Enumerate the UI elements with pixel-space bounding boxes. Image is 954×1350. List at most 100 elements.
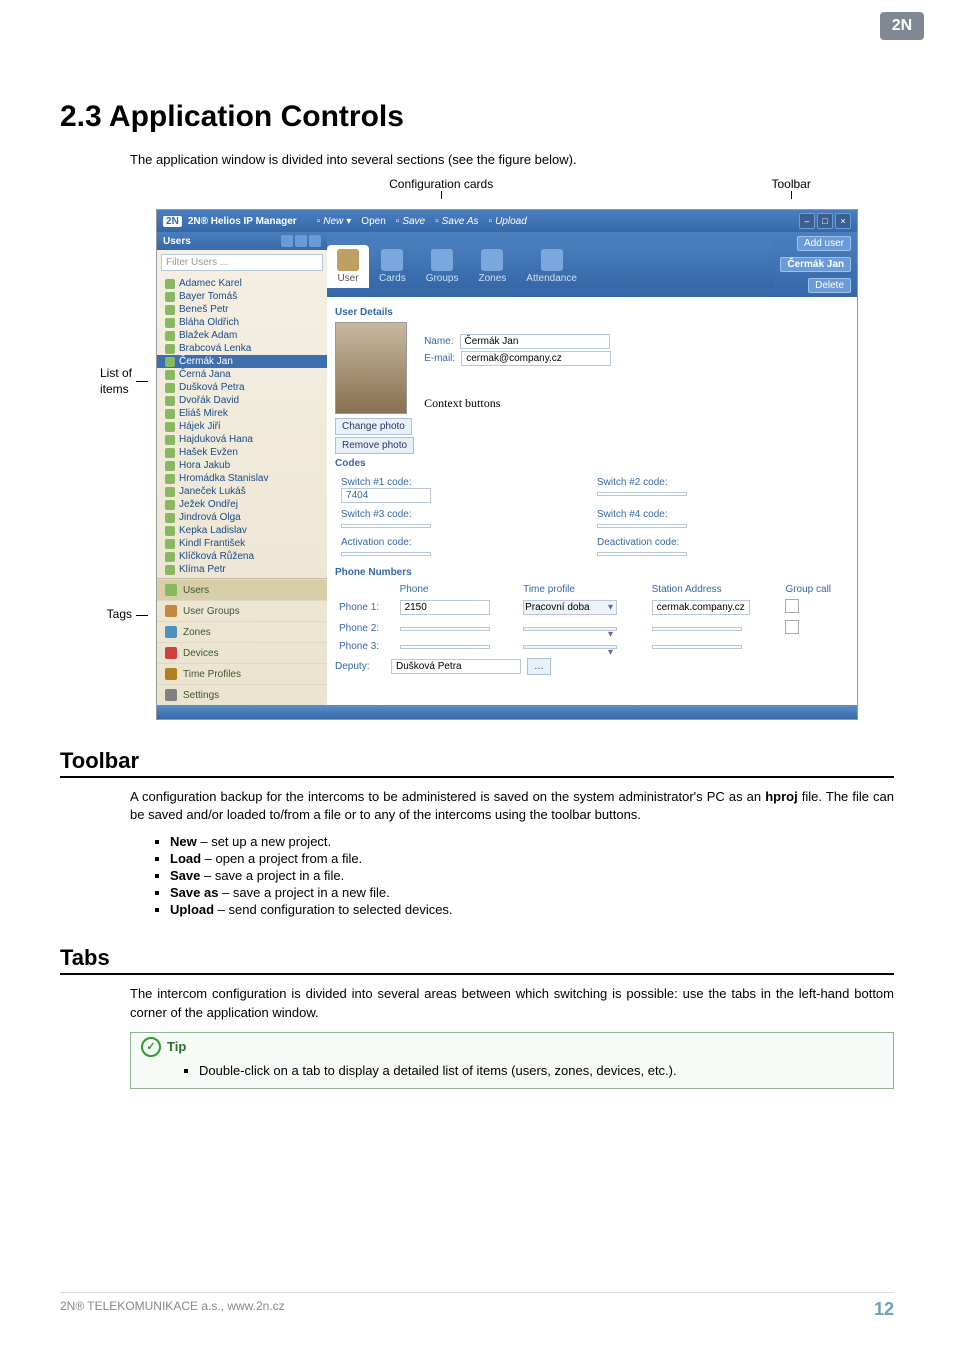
cfg-tab-groups[interactable]: Groups: [416, 245, 469, 288]
cfg-tab-zones[interactable]: Zones: [469, 245, 517, 288]
user-item[interactable]: Čermák Jan: [157, 355, 327, 368]
user-item[interactable]: Hora Jakub: [157, 459, 327, 472]
tab-settings[interactable]: Settings: [157, 684, 327, 705]
code-field[interactable]: 7404: [341, 488, 431, 503]
user-item[interactable]: Kepka Ladislav: [157, 524, 327, 537]
tb-save[interactable]: ▫ Save: [396, 216, 425, 227]
time-profile-select[interactable]: [523, 627, 617, 631]
toolbar-paragraph: A configuration backup for the intercoms…: [130, 788, 894, 824]
user-item[interactable]: Jindrová Olga: [157, 511, 327, 524]
side-tool-3[interactable]: [309, 235, 321, 247]
code-field[interactable]: [597, 492, 687, 496]
tb-new[interactable]: ▫ New ▾: [317, 216, 352, 227]
filter-input[interactable]: Filter Users ...: [161, 254, 323, 271]
toolbar-list-item: Upload – send configuration to selected …: [170, 902, 894, 917]
user-item[interactable]: Černá Jana: [157, 368, 327, 381]
user-item[interactable]: Kindl František: [157, 537, 327, 550]
time-profile-select[interactable]: [523, 645, 617, 649]
btn-deputy-browse[interactable]: …: [527, 658, 551, 675]
user-item[interactable]: Blažek Adam: [157, 329, 327, 342]
side-tool-2[interactable]: [295, 235, 307, 247]
user-item[interactable]: Hájek Jiří: [157, 420, 327, 433]
sidebar-head: Users: [163, 236, 191, 247]
brand-logo: 2N: [880, 12, 924, 40]
phone-field[interactable]: cermak.company.cz: [652, 600, 750, 615]
user-item[interactable]: Hromádka Stanislav: [157, 472, 327, 485]
field-email[interactable]: cermak@company.cz: [461, 351, 611, 366]
tb-open[interactable]: Open: [361, 216, 385, 227]
code-field[interactable]: [341, 552, 431, 556]
toolbar-list-item: New – set up a new project.: [170, 834, 894, 849]
tab-user-groups[interactable]: User Groups: [157, 600, 327, 621]
phone-field[interactable]: [400, 627, 490, 631]
group-call-check[interactable]: [785, 620, 799, 634]
phone-field[interactable]: [652, 627, 742, 631]
btn-delete[interactable]: Delete: [808, 278, 851, 293]
cfg-tab-cards[interactable]: Cards: [369, 245, 416, 288]
user-item[interactable]: Janeček Lukáš: [157, 485, 327, 498]
btn-remove-photo[interactable]: Remove photo: [335, 437, 414, 454]
tip-text: Double-click on a tab to display a detai…: [199, 1063, 883, 1078]
intro-text: The application window is divided into s…: [130, 152, 894, 167]
user-item[interactable]: Bayer Tomáš: [157, 290, 327, 303]
tb-upload[interactable]: ▫ Upload: [489, 216, 527, 227]
fig-label-cfg: Configuration cards: [389, 177, 493, 199]
user-item[interactable]: Eliáš Mirek: [157, 407, 327, 420]
fig-label-tags: Tags: [107, 607, 148, 623]
code-field[interactable]: [341, 524, 431, 528]
lbl-deputy: Deputy:: [335, 661, 385, 672]
tb-saveas[interactable]: ▫ Save As: [435, 216, 478, 227]
user-item[interactable]: Klíma Petr: [157, 563, 327, 576]
sec-phones: Phone Numbers: [335, 567, 849, 578]
field-name[interactable]: Čermák Jan: [460, 334, 610, 349]
win-min[interactable]: –: [799, 213, 815, 229]
main-title: Čermák Jan: [780, 257, 851, 272]
user-item[interactable]: Adamec Karel: [157, 277, 327, 290]
tabs-paragraph: The intercom configuration is divided in…: [130, 985, 894, 1021]
lbl-email: E-mail:: [424, 353, 455, 364]
phone-field[interactable]: 2150: [400, 600, 490, 615]
h2-tabs: Tabs: [60, 945, 894, 975]
fig-label-list: List of items: [100, 366, 148, 397]
user-item[interactable]: Ježek Ondřej: [157, 498, 327, 511]
user-item[interactable]: Hašek Evžen: [157, 446, 327, 459]
code-field[interactable]: [597, 552, 687, 556]
tip-box: ✓Tip Double-click on a tab to display a …: [130, 1032, 894, 1089]
win-max[interactable]: □: [817, 213, 833, 229]
toolbar-list-item: Save – save a project in a file.: [170, 868, 894, 883]
user-item[interactable]: Dvořák David: [157, 394, 327, 407]
tab-users[interactable]: Users: [157, 579, 327, 600]
user-list[interactable]: Adamec KarelBayer TomášBeneš PetrBláha O…: [157, 275, 327, 578]
h2-toolbar: Toolbar: [60, 748, 894, 778]
app-title: 2N® Helios IP Manager: [188, 216, 297, 227]
tab-devices[interactable]: Devices: [157, 642, 327, 663]
sec-user-details: User Details: [335, 307, 849, 318]
tip-icon: ✓: [141, 1037, 161, 1057]
user-item[interactable]: Klíčková Růžena: [157, 550, 327, 563]
footer-left: 2N® TELEKOMUNIKACE a.s., www.2n.cz: [60, 1299, 285, 1320]
user-item[interactable]: Bláha Oldřich: [157, 316, 327, 329]
field-deputy[interactable]: Dušková Petra: [391, 659, 521, 674]
user-item[interactable]: Hajduková Hana: [157, 433, 327, 446]
cfg-tab-user[interactable]: User: [327, 245, 369, 288]
cfg-tab-attendance[interactable]: Attendance: [516, 245, 587, 288]
time-profile-select[interactable]: Pracovní doba: [523, 600, 617, 615]
btn-change-photo[interactable]: Change photo: [335, 418, 412, 435]
tab-zones[interactable]: Zones: [157, 621, 327, 642]
phone-field[interactable]: [652, 645, 742, 649]
side-tool-1[interactable]: [281, 235, 293, 247]
user-item[interactable]: Brabcová Lenka: [157, 342, 327, 355]
user-photo: [335, 322, 407, 414]
code-field[interactable]: [597, 524, 687, 528]
btn-add-user[interactable]: Add user: [797, 236, 851, 251]
screenshot-app: 2N 2N® Helios IP Manager ▫ New ▾ Open ▫ …: [156, 209, 858, 720]
user-item[interactable]: Dušková Petra: [157, 381, 327, 394]
win-close[interactable]: ×: [835, 213, 851, 229]
group-call-check[interactable]: [785, 599, 799, 613]
user-item[interactable]: Beneš Petr: [157, 303, 327, 316]
tab-time-profiles[interactable]: Time Profiles: [157, 663, 327, 684]
lbl-name: Name:: [424, 336, 453, 347]
toolbar-list-item: Save as – save a project in a new file.: [170, 885, 894, 900]
page-title: 2.3 Application Controls: [60, 0, 894, 134]
phone-field[interactable]: [400, 645, 490, 649]
